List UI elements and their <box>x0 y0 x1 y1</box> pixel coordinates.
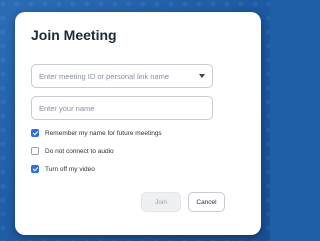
chevron-down-icon[interactable] <box>199 74 205 78</box>
name-input[interactable]: Enter your name <box>31 96 213 120</box>
no-audio-label: Do not connect to audio <box>45 147 114 155</box>
video-off-checkbox[interactable] <box>31 165 39 173</box>
cancel-button[interactable]: Cancel <box>188 192 225 212</box>
remember-name-label: Remember my name for future meetings <box>45 129 162 137</box>
remember-name-checkbox[interactable] <box>31 129 39 137</box>
join-button[interactable]: Join <box>141 192 181 212</box>
meeting-id-dropdown[interactable]: Enter meeting ID or personal link name <box>31 64 213 88</box>
no-audio-checkbox[interactable] <box>31 147 39 155</box>
name-placeholder: Enter your name <box>39 103 95 113</box>
remember-name-option[interactable]: Remember my name for future meetings <box>31 128 162 138</box>
dialog-title: Join Meeting <box>31 27 117 43</box>
meeting-id-placeholder: Enter meeting ID or personal link name <box>39 71 170 81</box>
no-audio-option[interactable]: Do not connect to audio <box>31 146 114 156</box>
video-off-option[interactable]: Turn off my video <box>31 164 95 174</box>
video-off-label: Turn off my video <box>45 165 95 173</box>
